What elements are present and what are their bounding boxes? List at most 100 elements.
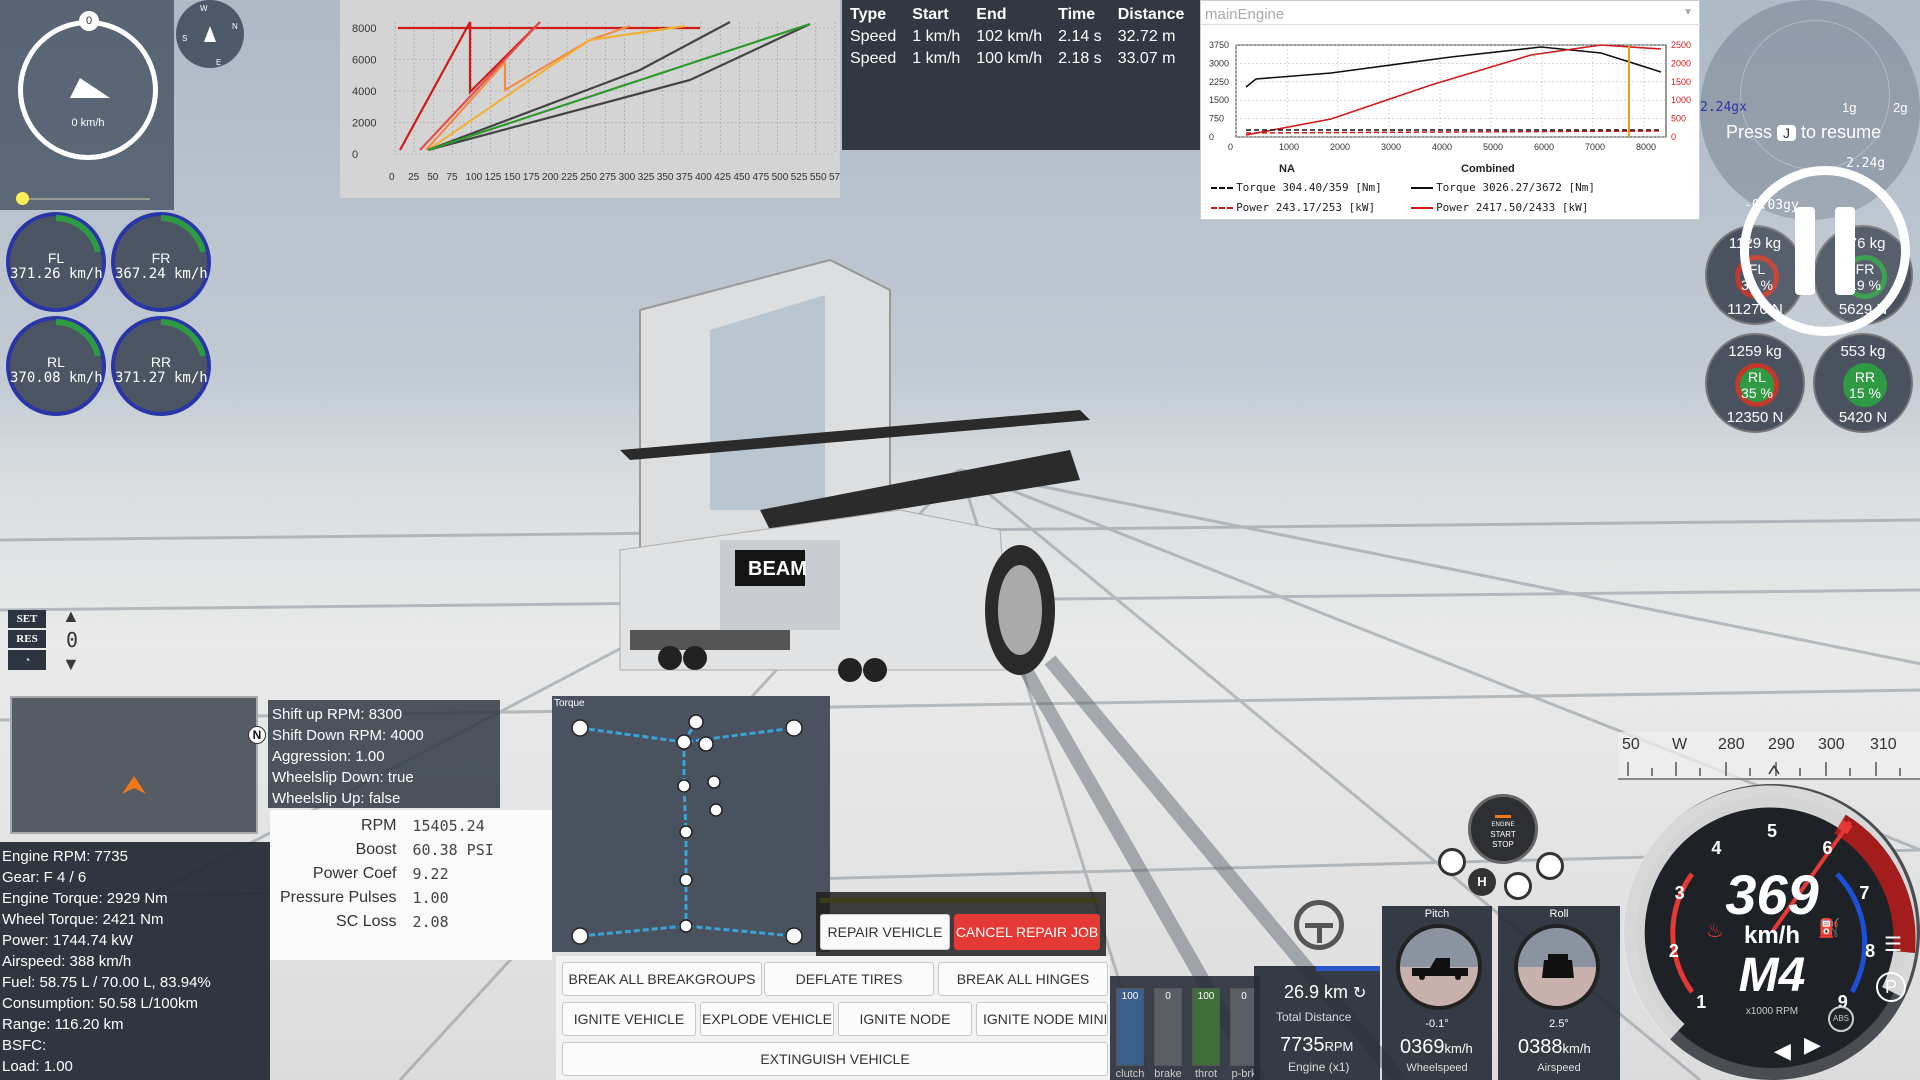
airspeed-value: 0388 bbox=[1518, 1036, 1563, 1058]
engine-info-line: Power: 1744.74 kW bbox=[2, 932, 133, 949]
pitch-dial bbox=[1396, 924, 1482, 1010]
break-all-breakgroups-button[interactable]: BREAK ALL BREAKGROUPS bbox=[562, 962, 762, 996]
ignite-vehicle-button[interactable]: IGNITE VEHICLE bbox=[562, 1002, 696, 1036]
gear-x-tick: 425 bbox=[714, 172, 731, 183]
pitch-label: Pitch bbox=[1424, 908, 1450, 920]
heading-label: 300 bbox=[1818, 736, 1845, 753]
compass-needle-icon bbox=[204, 26, 216, 42]
engine-info-line: Airspeed: 388 km/h bbox=[2, 953, 132, 970]
explode-vehicle-button[interactable]: EXPLODE VEHICLE bbox=[700, 1002, 834, 1036]
engine-x-tick: 2000 bbox=[1330, 142, 1350, 152]
engine-info-line: Gear: F 4 / 6 bbox=[2, 869, 87, 886]
heading-strip: 50 W 280 290 300 310 bbox=[1618, 732, 1920, 780]
gear-x-tick: 500 bbox=[772, 172, 789, 183]
gear-x-tick: 575 bbox=[829, 172, 840, 183]
wheel-gauge-fl-name: FL bbox=[47, 250, 65, 266]
engine-y-left-tick: 3750 bbox=[1209, 40, 1229, 50]
cruise-set-button[interactable]: SET bbox=[8, 610, 46, 628]
heading-label: 280 bbox=[1718, 736, 1745, 753]
gear-x-tick: 100 bbox=[466, 172, 483, 183]
weight-sensor-rl-bottom: 12350 N bbox=[1726, 409, 1784, 426]
refresh-icon[interactable]: ↻ bbox=[1353, 985, 1366, 1002]
pedal-value: 100 bbox=[1121, 991, 1139, 1002]
weight-sensor-rr-bottom: 5420 N bbox=[1838, 409, 1888, 426]
cancel-repair-button[interactable]: CANCEL REPAIR JOB bbox=[954, 914, 1100, 950]
accel-header-time: Time bbox=[1058, 6, 1096, 23]
accel-header-distance: Distance bbox=[1117, 6, 1185, 23]
pitch-value: -0.1° bbox=[1425, 1018, 1449, 1030]
weight-sensor-rl-top: 1259 kg bbox=[1728, 343, 1782, 360]
wheel-gauge-fr: FR 367.24 km/h bbox=[111, 212, 211, 312]
ignite-node-button[interactable]: IGNITE NODE bbox=[838, 1002, 972, 1036]
deflate-tires-button[interactable]: DEFLATE TIRES bbox=[764, 962, 934, 996]
svg-text:BEAM: BEAM bbox=[748, 558, 807, 580]
break-all-hinges-button[interactable]: BREAK ALL HINGES bbox=[938, 962, 1108, 996]
gear-x-tick: 275 bbox=[599, 172, 616, 183]
diff-center-icon[interactable]: H bbox=[1468, 868, 1496, 896]
pedal-value: 100 bbox=[1197, 991, 1215, 1002]
diff-rear-icon[interactable] bbox=[1504, 872, 1532, 900]
engine-x-tick: 7000 bbox=[1585, 142, 1605, 152]
repair-vehicle-button[interactable]: REPAIR VEHICLE bbox=[820, 914, 950, 950]
compass-w: W bbox=[200, 4, 208, 13]
gear-x-tick: 375 bbox=[676, 172, 693, 183]
roll-label: Roll bbox=[1549, 908, 1569, 920]
accel-header-start: Start bbox=[912, 6, 949, 23]
cruise-down-icon[interactable]: ▼ bbox=[62, 654, 80, 675]
engine-info-line: Engine RPM: 7735 bbox=[2, 848, 128, 865]
heading-label: 50 bbox=[1622, 736, 1640, 753]
zoom-slider-handle[interactable] bbox=[16, 192, 29, 205]
heading-label: 310 bbox=[1870, 736, 1897, 753]
pause-icon[interactable] bbox=[1740, 166, 1910, 336]
turbo-label: Power Coef bbox=[312, 865, 397, 882]
gear-x-tick: 525 bbox=[791, 172, 808, 183]
roll-gauge: Roll 2.5° 0388km/h Airspeed bbox=[1498, 906, 1620, 1080]
car-model: BEAM bbox=[619, 258, 1090, 682]
dash-tick-label: 6 bbox=[1822, 837, 1833, 858]
shift-info-line: Shift Down RPM: 4000 bbox=[272, 727, 424, 744]
wheel-gauge-fr-name: FR bbox=[151, 250, 171, 266]
accel-cell: 32.72 m bbox=[1117, 28, 1176, 45]
cruise-up-icon[interactable]: ▲ bbox=[62, 606, 80, 627]
gear-rpm-plot: 8000 6000 4000 2000 0 0 25 50 75 100 125 150 175 200… bbox=[352, 21, 846, 183]
zoom-slider[interactable] bbox=[16, 192, 150, 205]
legend-na-power-text: Power 243.17/253 [kW] bbox=[1236, 201, 1376, 214]
accel-table: Type Start End Time Distance Speed 1 km/… bbox=[842, 4, 1192, 70]
accel-header-type: Type bbox=[850, 6, 887, 23]
gear-x-tick: 250 bbox=[580, 172, 597, 183]
trip-panel: 26.9 km ↻ Total Distance 7735RPM Engine … bbox=[1254, 966, 1380, 1080]
engine-info-line: Load: 1.00 bbox=[2, 1058, 73, 1075]
engine-info-line: BSFC: bbox=[2, 1037, 47, 1054]
engine-x-tick: 8000 bbox=[1636, 142, 1656, 152]
engine-select[interactable]: mainEngine ▼ bbox=[1201, 1, 1701, 25]
diff-front-icon[interactable] bbox=[1438, 848, 1466, 876]
turn-right-icon: ▶ bbox=[1804, 1032, 1821, 1057]
trip-rpm-label: Engine (x1) bbox=[1288, 1060, 1350, 1074]
diff-lock-icon[interactable] bbox=[1536, 852, 1564, 880]
gear-x-tick: 25 bbox=[408, 172, 420, 183]
accel-header-end: End bbox=[976, 6, 1007, 23]
cruise-res-button[interactable]: RES bbox=[8, 630, 46, 648]
accel-cell: 33.07 m bbox=[1117, 50, 1176, 67]
gear-x-tick: 475 bbox=[752, 172, 769, 183]
engine-start-stop-button[interactable]: ENGINE START STOP bbox=[1468, 794, 1538, 864]
roll-dial bbox=[1514, 924, 1600, 1010]
legend-combined-title: Combined bbox=[1461, 163, 1515, 175]
engine-y-right-tick: 500 bbox=[1671, 114, 1686, 124]
start-stop-line1: ENGINE bbox=[1491, 822, 1515, 828]
gear-y-tick: 0 bbox=[352, 149, 358, 161]
extinguish-vehicle-button[interactable]: EXTINGUISH VEHICLE bbox=[562, 1042, 1108, 1076]
gear-x-tick: 75 bbox=[446, 172, 458, 183]
cruise-speedometer-icon[interactable]: ◔ bbox=[8, 650, 46, 670]
engine-y-left-tick: 2250 bbox=[1209, 77, 1229, 87]
legend-na-title: NA bbox=[1279, 163, 1295, 175]
turn-left-icon: ◀ bbox=[1774, 1038, 1791, 1063]
engine-y-left-tick: 1500 bbox=[1209, 95, 1229, 105]
gforce-value-right: 2.24g bbox=[1846, 156, 1886, 171]
weight-sensor-rr-ring: RR 15 % bbox=[1843, 363, 1887, 407]
pause-prompt: Press J to resume bbox=[1726, 122, 1881, 143]
turbo-label: Boost bbox=[355, 841, 397, 858]
keyboard-key-icon: J bbox=[1777, 125, 1797, 141]
radar-panel bbox=[10, 696, 258, 834]
ignite-node-minimal-button[interactable]: IGNITE NODE MINIM bbox=[976, 1002, 1108, 1036]
